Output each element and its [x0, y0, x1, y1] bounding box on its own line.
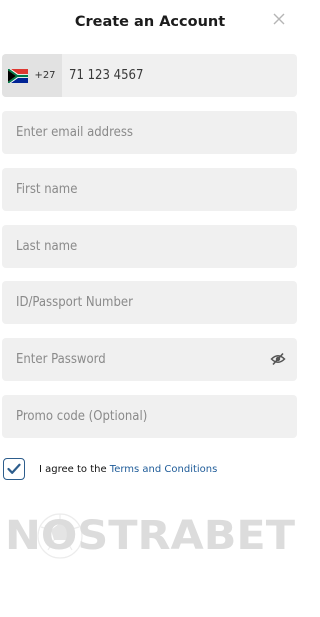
email-field-wrapper: [2, 111, 297, 154]
terms-agreement: I agree to the Terms and Conditions: [3, 458, 217, 480]
phone-field: +27: [2, 54, 297, 97]
phone-input[interactable]: [62, 54, 297, 97]
password-field[interactable]: [2, 338, 297, 381]
first-name-field[interactable]: [2, 168, 297, 211]
eye-slash-icon[interactable]: [269, 350, 287, 368]
page-title: Create an Account: [74, 14, 226, 30]
nostrabet-logo: NOSTRABET: [5, 513, 296, 559]
first-name-wrapper: [2, 168, 297, 211]
country-code: +27: [34, 70, 56, 81]
logo-text: NOSTRABET: [5, 513, 296, 559]
checkmark-icon: [7, 463, 21, 474]
south-africa-flag-icon: [8, 68, 29, 83]
terms-label: I agree to the Terms and Conditions: [39, 464, 217, 475]
close-icon[interactable]: [268, 8, 290, 30]
terms-link[interactable]: Terms and Conditions: [110, 464, 218, 475]
terms-checkbox[interactable]: [3, 458, 25, 480]
email-field[interactable]: [2, 111, 297, 154]
modal-header: Create an Account: [0, 0, 300, 44]
password-wrapper: [2, 338, 297, 381]
promo-code-field[interactable]: [2, 395, 297, 438]
id-passport-field[interactable]: [2, 281, 297, 324]
terms-text: I agree to the: [39, 463, 107, 475]
last-name-field[interactable]: [2, 225, 297, 268]
last-name-wrapper: [2, 225, 297, 268]
promo-code-wrapper: [2, 395, 297, 438]
id-number-wrapper: [2, 281, 297, 324]
country-code-selector[interactable]: +27: [2, 54, 62, 97]
